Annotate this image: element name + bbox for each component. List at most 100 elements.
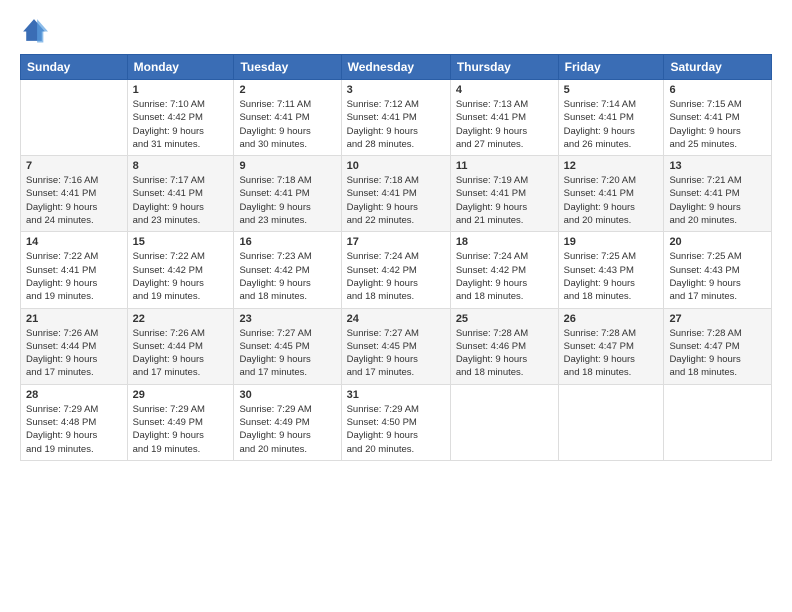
calendar-cell: 23 Sunrise: 7:27 AM Sunset: 4:45 PM Dayli… — [234, 308, 341, 384]
calendar-day-header: Wednesday — [341, 55, 450, 80]
calendar-cell: 18 Sunrise: 7:24 AM Sunset: 4:42 PM Dayli… — [450, 232, 558, 308]
calendar-week-row: 21 Sunrise: 7:26 AM Sunset: 4:44 PM Dayli… — [21, 308, 772, 384]
calendar-cell: 26 Sunrise: 7:28 AM Sunset: 4:47 PM Dayli… — [558, 308, 664, 384]
calendar-cell: 19Sunrise: 7:25 AM Sunset: 4:43 PM Dayli… — [558, 232, 664, 308]
calendar-cell: 22 Sunrise: 7:26 AM Sunset: 4:44 PM Dayli… — [127, 308, 234, 384]
calendar-day-header: Saturday — [664, 55, 772, 80]
day-info: Sunrise: 7:26 AM Sunset: 4:44 PM Dayligh… — [133, 327, 229, 380]
calendar-cell: 16 Sunrise: 7:23 AM Sunset: 4:42 PM Dayli… — [234, 232, 341, 308]
day-info: Sunrise: 7:13 AM Sunset: 4:41 PM Dayligh… — [456, 98, 553, 151]
calendar-cell — [21, 80, 128, 156]
day-info: Sunrise: 7:29 AM Sunset: 4:49 PM Dayligh… — [239, 403, 335, 456]
day-number: 21 — [26, 313, 122, 325]
day-info: Sunrise: 7:11 AM Sunset: 4:41 PM Dayligh… — [239, 98, 335, 151]
day-info: Sunrise: 7:14 AM Sunset: 4:41 PM Dayligh… — [564, 98, 659, 151]
calendar-cell: 25Sunrise: 7:28 AM Sunset: 4:46 PM Dayli… — [450, 308, 558, 384]
day-info: Sunrise: 7:22 AM Sunset: 4:41 PM Dayligh… — [26, 250, 122, 303]
calendar-cell: 9 Sunrise: 7:18 AM Sunset: 4:41 PM Daylig… — [234, 156, 341, 232]
day-number: 9 — [239, 160, 335, 172]
day-number: 5 — [564, 84, 659, 96]
calendar-week-row: 7 Sunrise: 7:16 AM Sunset: 4:41 PM Daylig… — [21, 156, 772, 232]
calendar-cell: 6Sunrise: 7:15 AM Sunset: 4:41 PM Daylig… — [664, 80, 772, 156]
day-info: Sunrise: 7:26 AM Sunset: 4:44 PM Dayligh… — [26, 327, 122, 380]
calendar-cell: 24 Sunrise: 7:27 AM Sunset: 4:45 PM Dayli… — [341, 308, 450, 384]
day-number: 30 — [239, 389, 335, 401]
calendar-cell: 21 Sunrise: 7:26 AM Sunset: 4:44 PM Dayli… — [21, 308, 128, 384]
day-info: Sunrise: 7:23 AM Sunset: 4:42 PM Dayligh… — [239, 250, 335, 303]
calendar-cell: 4 Sunrise: 7:13 AM Sunset: 4:41 PM Daylig… — [450, 80, 558, 156]
day-info: Sunrise: 7:28 AM Sunset: 4:47 PM Dayligh… — [564, 327, 659, 380]
calendar-cell: 14 Sunrise: 7:22 AM Sunset: 4:41 PM Dayli… — [21, 232, 128, 308]
calendar-cell: 31Sunrise: 7:29 AM Sunset: 4:50 PM Dayli… — [341, 384, 450, 460]
calendar-cell: 28 Sunrise: 7:29 AM Sunset: 4:48 PM Dayli… — [21, 384, 128, 460]
calendar-day-header: Monday — [127, 55, 234, 80]
day-number: 29 — [133, 389, 229, 401]
calendar-cell: 13 Sunrise: 7:21 AM Sunset: 4:41 PM Dayli… — [664, 156, 772, 232]
calendar-cell: 17 Sunrise: 7:24 AM Sunset: 4:42 PM Dayli… — [341, 232, 450, 308]
day-info: Sunrise: 7:24 AM Sunset: 4:42 PM Dayligh… — [347, 250, 445, 303]
header — [20, 16, 772, 44]
day-info: Sunrise: 7:29 AM Sunset: 4:48 PM Dayligh… — [26, 403, 122, 456]
day-info: Sunrise: 7:21 AM Sunset: 4:41 PM Dayligh… — [669, 174, 766, 227]
day-number: 24 — [347, 313, 445, 325]
day-info: Sunrise: 7:17 AM Sunset: 4:41 PM Dayligh… — [133, 174, 229, 227]
day-number: 7 — [26, 160, 122, 172]
day-number: 27 — [669, 313, 766, 325]
day-number: 6 — [669, 84, 766, 96]
day-info: Sunrise: 7:29 AM Sunset: 4:49 PM Dayligh… — [133, 403, 229, 456]
calendar-cell — [664, 384, 772, 460]
day-number: 22 — [133, 313, 229, 325]
page: SundayMondayTuesdayWednesdayThursdayFrid… — [0, 0, 792, 612]
day-number: 3 — [347, 84, 445, 96]
calendar-week-row: 28 Sunrise: 7:29 AM Sunset: 4:48 PM Dayli… — [21, 384, 772, 460]
calendar-day-header: Tuesday — [234, 55, 341, 80]
calendar-cell — [558, 384, 664, 460]
calendar-table: SundayMondayTuesdayWednesdayThursdayFrid… — [20, 54, 772, 461]
calendar-cell: 27 Sunrise: 7:28 AM Sunset: 4:47 PM Dayli… — [664, 308, 772, 384]
day-info: Sunrise: 7:18 AM Sunset: 4:41 PM Dayligh… — [347, 174, 445, 227]
calendar-cell: 5 Sunrise: 7:14 AM Sunset: 4:41 PM Daylig… — [558, 80, 664, 156]
day-number: 18 — [456, 236, 553, 248]
day-info: Sunrise: 7:12 AM Sunset: 4:41 PM Dayligh… — [347, 98, 445, 151]
day-info: Sunrise: 7:27 AM Sunset: 4:45 PM Dayligh… — [347, 327, 445, 380]
day-info: Sunrise: 7:22 AM Sunset: 4:42 PM Dayligh… — [133, 250, 229, 303]
calendar-cell: 11Sunrise: 7:19 AM Sunset: 4:41 PM Dayli… — [450, 156, 558, 232]
day-number: 4 — [456, 84, 553, 96]
day-number: 23 — [239, 313, 335, 325]
calendar-cell: 15 Sunrise: 7:22 AM Sunset: 4:42 PM Dayli… — [127, 232, 234, 308]
day-number: 25 — [456, 313, 553, 325]
calendar-cell: 3 Sunrise: 7:12 AM Sunset: 4:41 PM Daylig… — [341, 80, 450, 156]
calendar-cell: 29 Sunrise: 7:29 AM Sunset: 4:49 PM Dayli… — [127, 384, 234, 460]
day-number: 26 — [564, 313, 659, 325]
day-info: Sunrise: 7:27 AM Sunset: 4:45 PM Dayligh… — [239, 327, 335, 380]
day-number: 16 — [239, 236, 335, 248]
logo — [20, 16, 52, 44]
day-info: Sunrise: 7:25 AM Sunset: 4:43 PM Dayligh… — [564, 250, 659, 303]
day-info: Sunrise: 7:28 AM Sunset: 4:47 PM Dayligh… — [669, 327, 766, 380]
calendar-cell: 10 Sunrise: 7:18 AM Sunset: 4:41 PM Dayli… — [341, 156, 450, 232]
day-info: Sunrise: 7:18 AM Sunset: 4:41 PM Dayligh… — [239, 174, 335, 227]
calendar-cell: 1 Sunrise: 7:10 AM Sunset: 4:42 PM Daylig… — [127, 80, 234, 156]
calendar-week-row: 14 Sunrise: 7:22 AM Sunset: 4:41 PM Dayli… — [21, 232, 772, 308]
day-number: 28 — [26, 389, 122, 401]
day-number: 15 — [133, 236, 229, 248]
day-number: 1 — [133, 84, 229, 96]
day-number: 8 — [133, 160, 229, 172]
calendar-day-header: Thursday — [450, 55, 558, 80]
day-info: Sunrise: 7:10 AM Sunset: 4:42 PM Dayligh… — [133, 98, 229, 151]
calendar-cell: 8 Sunrise: 7:17 AM Sunset: 4:41 PM Daylig… — [127, 156, 234, 232]
calendar-cell: 12Sunrise: 7:20 AM Sunset: 4:41 PM Dayli… — [558, 156, 664, 232]
calendar-cell: 20Sunrise: 7:25 AM Sunset: 4:43 PM Dayli… — [664, 232, 772, 308]
day-info: Sunrise: 7:24 AM Sunset: 4:42 PM Dayligh… — [456, 250, 553, 303]
day-info: Sunrise: 7:29 AM Sunset: 4:50 PM Dayligh… — [347, 403, 445, 456]
calendar-header-row: SundayMondayTuesdayWednesdayThursdayFrid… — [21, 55, 772, 80]
calendar-day-header: Friday — [558, 55, 664, 80]
day-number: 13 — [669, 160, 766, 172]
day-number: 17 — [347, 236, 445, 248]
calendar-cell: 2Sunrise: 7:11 AM Sunset: 4:41 PM Daylig… — [234, 80, 341, 156]
day-number: 20 — [669, 236, 766, 248]
logo-icon — [20, 16, 48, 44]
day-info: Sunrise: 7:16 AM Sunset: 4:41 PM Dayligh… — [26, 174, 122, 227]
day-number: 14 — [26, 236, 122, 248]
day-number: 10 — [347, 160, 445, 172]
